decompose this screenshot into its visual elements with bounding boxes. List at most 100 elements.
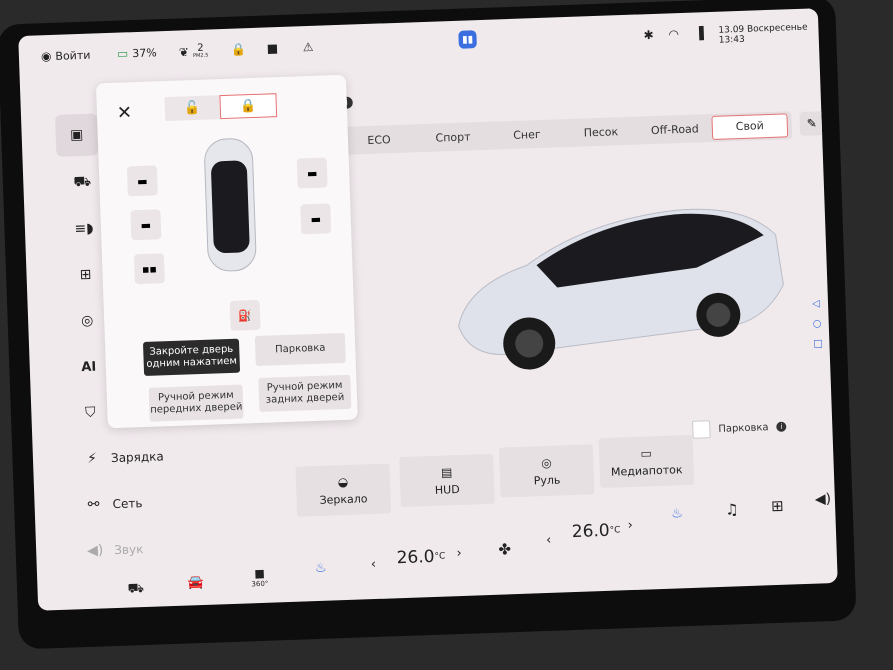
drive-mode-selector: ECO Спорт Снег Песок Off-Road Свой (341, 111, 793, 155)
lock-toggle: 🔓 🔒 (164, 93, 278, 122)
alert-status[interactable]: ⚠ (303, 40, 314, 54)
mode-eco[interactable]: ECO (342, 132, 416, 148)
info-icon[interactable]: i (776, 421, 787, 432)
parking-label: Парковка (718, 421, 769, 435)
sidebar-item-doors[interactable]: ▣ (54, 113, 99, 157)
camera-360-label: 360° (251, 579, 269, 589)
datetime: 13.09 Воскресенье 13:43 (718, 22, 819, 46)
sidebar-item-network[interactable]: ⚯ Сеть (84, 494, 142, 514)
door-control-panel: ✕ 🔓 🔒 ▬ ▬ ▪▪ ▬ ▬ ⛽ Закройте дверь одним … (95, 74, 358, 429)
front-right-door-button[interactable]: ▬ (296, 157, 328, 189)
temp-unit: °C (609, 525, 621, 536)
edit-mode-button[interactable]: ✎ (799, 111, 825, 136)
unlock-button[interactable]: 🔓 (164, 95, 221, 122)
pm-unit: PM2.5 (192, 52, 209, 60)
rear-left-door-button[interactable]: ▬ (130, 209, 162, 241)
ai-icon: AI (81, 359, 97, 375)
sidebar-item-chassis[interactable]: ⊞ (76, 266, 95, 285)
seat-heat-right-icon[interactable]: ♨ (671, 506, 683, 521)
fan-icon[interactable]: ✤ (498, 540, 511, 558)
user-icon: ◉ (40, 48, 52, 64)
trunk-button[interactable]: ▪▪ (133, 253, 165, 285)
tile-media[interactable]: ▭ Медиапоток (598, 434, 695, 489)
lock-icon: 🔒 (239, 98, 257, 114)
rear-right-door-button[interactable]: ▬ (300, 203, 332, 235)
parking-checkbox[interactable] (692, 420, 711, 439)
wifi-icon: ◠ (668, 27, 680, 42)
parking-button[interactable]: Парковка (254, 332, 346, 367)
alert-icon: ⚠ (302, 39, 314, 55)
leaf-icon: ❦ (178, 44, 190, 60)
tile-label: Медиапоток (610, 462, 683, 479)
volume-icon[interactable]: ◀) (815, 491, 832, 508)
mode-sand[interactable]: Песок (564, 124, 638, 140)
front-left-door-button[interactable]: ▬ (126, 165, 158, 197)
shield-icon: ⛉ (84, 404, 96, 422)
door-icon: ▬ (306, 166, 318, 180)
lock-status[interactable]: 🔒 (231, 42, 246, 57)
temp-left-value: 26.0 (396, 546, 435, 569)
tile-label: HUD (434, 482, 460, 497)
temp-right-increase[interactable]: › (627, 518, 633, 533)
sidebar-item-charging[interactable]: ⚡ Зарядка (83, 447, 164, 468)
unlock-icon: 🔓 (183, 100, 201, 116)
door-icon: ▬ (140, 218, 152, 232)
camera-status[interactable]: ■ (267, 41, 279, 55)
apps-grid-icon[interactable]: ⊞ (771, 497, 784, 515)
home-icon[interactable]: ○ (813, 318, 822, 329)
sidebar-item-lights[interactable]: ≡◗ (74, 220, 94, 239)
sidebar-item-label: Сеть (112, 496, 143, 512)
login-button[interactable]: ◉ Войти (40, 48, 91, 64)
battery-percent: 37% (131, 45, 157, 60)
temp-left-increase[interactable]: › (456, 546, 462, 561)
pm-indicator: ❦ 2 PM2.5 (178, 43, 209, 60)
camera-icon: ■ (266, 41, 279, 56)
temp-right: 26.0 °C (572, 520, 621, 542)
trunk-icon: ▪▪ (141, 261, 158, 276)
bluetooth-icon: ✱ (643, 27, 654, 43)
music-icon[interactable]: ♫ (725, 500, 739, 518)
recent-icon[interactable]: □ (813, 338, 823, 349)
temp-unit: °C (434, 551, 446, 562)
back-icon[interactable]: ◁ (812, 298, 820, 309)
close-icon[interactable]: ✕ (117, 102, 133, 124)
door-icon: ▬ (136, 174, 148, 188)
sidebar-item-ai[interactable]: AI (79, 358, 98, 377)
app-logo-icon[interactable]: ▮▮ (458, 30, 477, 49)
temp-left-decrease[interactable]: ‹ (371, 557, 377, 572)
sidebar-item-security[interactable]: ⛉ (81, 404, 100, 423)
pencil-icon: ✎ (806, 116, 818, 131)
car-render (458, 208, 784, 370)
camera-360-button[interactable]: ■ 360° (251, 567, 269, 589)
network-icon: ⚯ (87, 496, 100, 513)
seat-heat-left-icon[interactable]: ♨ (315, 561, 327, 576)
vehicle-home-icon[interactable]: ⛟ (127, 581, 144, 599)
charging-icon: ⚡ (86, 450, 98, 467)
headlight-icon: ≡◗ (74, 220, 94, 238)
chassis-icon: ⊞ (79, 266, 92, 284)
lock-button[interactable]: 🔒 (219, 93, 278, 120)
sidebar-item-steering[interactable]: ◎ (78, 312, 97, 331)
car-top-view-icon (204, 138, 257, 272)
close-one-touch-button[interactable]: Закройте дверь одним нажатием (142, 338, 241, 376)
datetime-text: 13.09 Воскресенье 13:43 (718, 22, 808, 46)
mode-offroad[interactable]: Off-Road (638, 121, 712, 137)
temp-right-decrease[interactable]: ‹ (546, 533, 552, 548)
tile-steering[interactable]: ◎ Руль (498, 444, 595, 498)
tile-hud[interactable]: ▤ HUD (399, 453, 495, 508)
mode-custom[interactable]: Свой (711, 113, 789, 140)
manual-front-doors-button[interactable]: Ручной режим передних дверей (148, 384, 244, 422)
media-icon: ▭ (640, 445, 653, 461)
parking-toggle[interactable]: Парковка i (692, 418, 787, 439)
manual-rear-doors-button[interactable]: Ручной режим задних дверей (258, 374, 352, 412)
steering-icon: ◎ (540, 455, 552, 470)
charge-port-button[interactable]: ⛽ (229, 299, 261, 331)
sidebar-item-vehicle[interactable]: ⛟ (73, 174, 92, 193)
temp-right-value: 26.0 (571, 520, 611, 543)
mode-sport[interactable]: Спорт (416, 129, 490, 145)
car-icon[interactable]: 🚘 (187, 575, 204, 591)
hud-icon: ▤ (440, 464, 453, 480)
temp-left: 26.0 °C (396, 546, 446, 569)
tile-mirror[interactable]: ◒ Зеркало (295, 463, 392, 517)
mode-snow[interactable]: Снег (490, 127, 564, 143)
